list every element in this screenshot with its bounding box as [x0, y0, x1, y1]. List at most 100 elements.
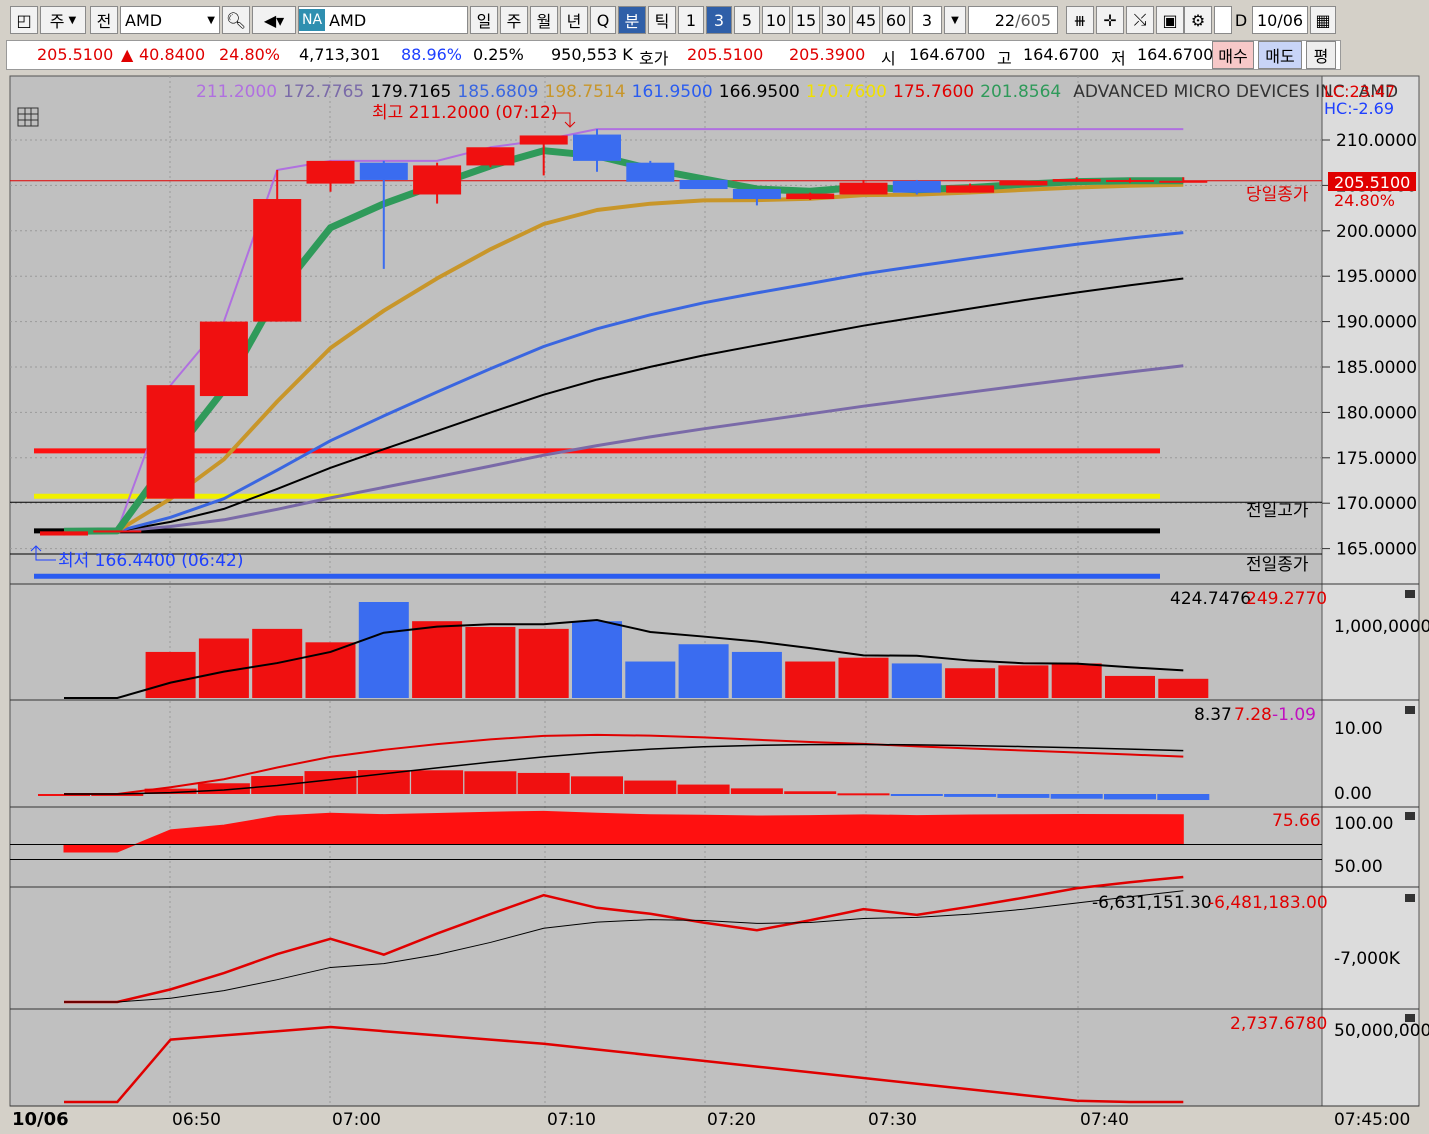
interval-45[interactable]: 45 [852, 6, 880, 34]
candle-body [1159, 180, 1208, 183]
candle-body [40, 531, 88, 536]
macd-value-3: -1.09 [1272, 705, 1316, 725]
price-value: 205.5100 [37, 45, 114, 64]
interval-3[interactable]: 3 [706, 6, 732, 34]
exchange-badge: NA [299, 9, 326, 31]
legend-value: 172.7765 [283, 82, 364, 102]
prev-close-label: 전일종가 [1246, 555, 1309, 575]
candle-body [146, 385, 195, 499]
crosshair-icon[interactable]: ✛ [1096, 6, 1124, 34]
legend-value: 201.8564 [980, 82, 1061, 102]
period-week[interactable]: 주 [500, 6, 528, 34]
today-close-label: 당일종가 [1246, 185, 1309, 205]
chevron-down-icon: ▼ [68, 14, 77, 26]
macd-hist-bar [517, 772, 570, 794]
interval-10[interactable]: 10 [762, 6, 790, 34]
period-year[interactable]: 년 [560, 6, 588, 34]
volume-bar [1105, 675, 1155, 698]
bid1-value: 205.5100 [687, 45, 764, 64]
count-total: /605 [1015, 10, 1051, 30]
bid2-value: 205.3900 [789, 45, 866, 64]
change-value: 40.8400 [139, 45, 206, 64]
rsi-value: 75.66 [1272, 811, 1321, 831]
price-axis-label: 200.0000 [1336, 222, 1417, 242]
gear-icon[interactable]: ⚙ [1184, 6, 1212, 34]
symbol-input[interactable]: AMD ▼ [120, 6, 220, 34]
volume-bar [625, 661, 676, 698]
speaker-icon[interactable]: ◀▾ [252, 6, 296, 34]
rsi-axis-label: 50.00 [1334, 857, 1383, 877]
count-value: 22 [994, 10, 1016, 30]
buy-button[interactable]: 매수 [1212, 41, 1254, 69]
macd-hist-bar [624, 780, 677, 794]
change-pct: 24.80% [219, 45, 281, 64]
candle-body [626, 162, 675, 182]
macd-hist-bar [464, 771, 517, 794]
volume-value-1: 424.7476 [1170, 589, 1251, 609]
d-checkbox[interactable] [1214, 6, 1232, 34]
candle-body [999, 180, 1048, 186]
volume-bar [358, 602, 409, 698]
name-field[interactable]: NA AMD [298, 6, 468, 34]
period-tick[interactable]: 틱 [648, 6, 676, 34]
chevron-down-icon[interactable]: ▼ [207, 15, 215, 26]
low-value: 164.6700 [1137, 45, 1214, 64]
price-axis-label: 185.0000 [1336, 358, 1417, 378]
eval-button[interactable]: 평 [1306, 41, 1336, 69]
legend-value: 175.7600 [893, 82, 974, 102]
low-annotation: 최저 166.4400 (06:42) [58, 551, 243, 571]
d-label: D [1234, 10, 1248, 30]
volume-axis-label: 1,000,0000 [1334, 617, 1429, 637]
candle-body [413, 165, 462, 195]
volume-bar [998, 665, 1049, 698]
interval-5[interactable]: 5 [734, 6, 760, 34]
interval-1[interactable]: 1 [678, 6, 704, 34]
volume-bar [1158, 678, 1209, 698]
period-minute[interactable]: 분 [618, 6, 646, 34]
trendline-icon[interactable]: ⤯ [1126, 6, 1154, 34]
macd-hist-bar [411, 770, 464, 794]
interval-15[interactable]: 15 [792, 6, 820, 34]
candle-body [1052, 179, 1101, 182]
volume-bar [731, 651, 782, 698]
obv-axis-label: -7,000K [1334, 949, 1401, 969]
high-label: 고 [997, 49, 1012, 68]
candle-body [892, 180, 941, 193]
save-icon[interactable]: ▣ [1156, 6, 1184, 34]
legend-value: 166.9500 [719, 82, 800, 102]
chevron-down-icon[interactable]: ▼ [944, 6, 966, 34]
chart-area[interactable]: 210.0000205.0000200.0000195.0000190.0000… [0, 72, 1429, 1134]
macd-hist-bar [304, 771, 357, 794]
candle-body [786, 193, 835, 200]
interval-input[interactable]: 3 [912, 6, 942, 34]
time-axis-label: 07:10 [547, 1110, 596, 1130]
period-day[interactable]: 일 [470, 6, 498, 34]
candle-body [1106, 179, 1154, 182]
time-axis-label: 07:30 [868, 1110, 917, 1130]
legend-value: 185.6809 [457, 82, 538, 102]
date-input[interactable]: 10/06 [1252, 6, 1308, 34]
count-field[interactable]: 22/605 [968, 6, 1058, 34]
macd-axis-label: 0.00 [1334, 784, 1372, 804]
period-month[interactable]: 월 [530, 6, 558, 34]
volume-bar [305, 642, 356, 698]
price-tag-value: 205.5100 [1334, 173, 1410, 192]
time-axis-label: 07:40 [1080, 1110, 1129, 1130]
grid-icon[interactable]: ⧻ [1066, 6, 1094, 34]
legend-value: 198.7514 [545, 82, 626, 102]
macd-hist-bar [1050, 794, 1103, 799]
macd-value-1: 8.37 [1194, 705, 1232, 725]
window-icon[interactable]: ◰ [10, 6, 38, 34]
hc-value: HC:-2.69 [1324, 99, 1394, 118]
calendar-icon[interactable]: ▦ [1310, 6, 1336, 34]
sell-button[interactable]: 매도 [1258, 41, 1302, 69]
macd-hist-bar [1157, 794, 1210, 801]
macd-hist-bar [997, 794, 1050, 798]
candle-body [93, 530, 142, 533]
market-select[interactable]: 주 ▼ [40, 6, 86, 34]
interval-30[interactable]: 30 [822, 6, 850, 34]
pre-button[interactable]: 전 [90, 6, 118, 34]
search-icon[interactable]: 🔍︎ [222, 6, 250, 34]
interval-60[interactable]: 60 [882, 6, 910, 34]
period-quarter[interactable]: Q [590, 6, 616, 34]
